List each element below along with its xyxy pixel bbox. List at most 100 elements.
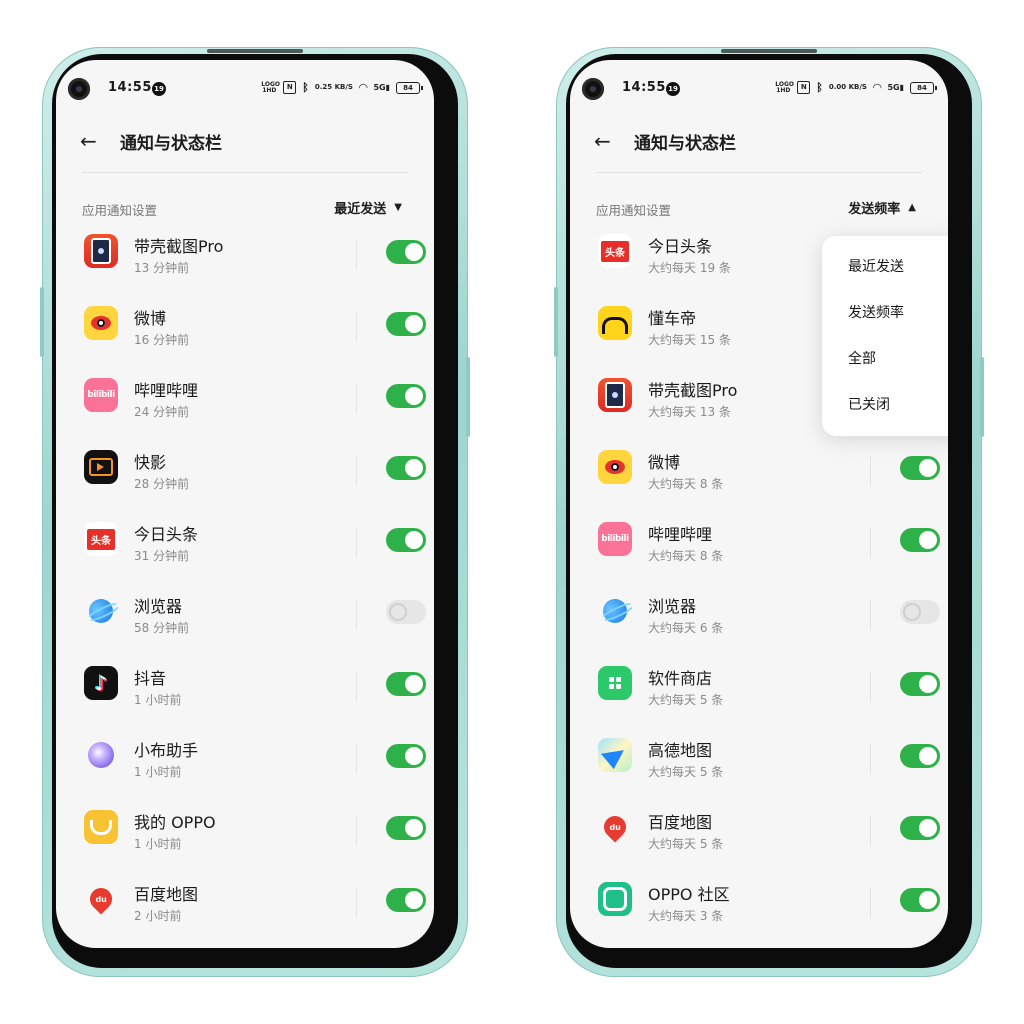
status-bar: 14:55 19 LOGO 1HD N ᛒ 0.00 KB/S ◠ 5G▮ 84: [570, 78, 948, 102]
status-bar: 14:55 19 LOGO 1HD N ᛒ 0.25 KB/S ◠ 5G▮ 84: [56, 78, 434, 102]
row-separator: [870, 672, 871, 702]
app-name: 软件商店: [648, 669, 713, 688]
app-list: 带壳截图Pro 13 分钟前 微博 16 分钟前 bilibili 哔哩哔哩 2…: [56, 224, 434, 944]
app-name: 微博: [648, 453, 681, 472]
baidu-icon-label: du: [95, 894, 107, 904]
app-last-sent: 28 分钟前: [134, 477, 190, 491]
row-separator: [356, 600, 357, 630]
app-last-sent: 31 分钟前: [134, 549, 190, 563]
app-name: 哔哩哔哩: [648, 525, 713, 544]
app-name: 带壳截图Pro: [648, 381, 738, 400]
notification-toggle[interactable]: [386, 456, 426, 480]
sort-label: 最近发送: [334, 202, 387, 217]
list-item[interactable]: ♪ 抖音 1 小时前: [56, 656, 434, 728]
list-item[interactable]: 小布助手 1 小时前: [56, 728, 434, 800]
page-title: 通知与状态栏: [634, 133, 736, 154]
sort-dropdown-button[interactable]: 最近发送 ▼: [334, 198, 402, 217]
screenshot-app-icon: [598, 378, 632, 412]
notification-toggle[interactable]: [386, 528, 426, 552]
notification-toggle[interactable]: [386, 312, 426, 336]
notification-toggle[interactable]: [386, 240, 426, 264]
signal-icon: 5G▮: [887, 83, 904, 92]
weibo-icon: [84, 306, 118, 340]
list-item[interactable]: 快影 28 分钟前: [56, 440, 434, 512]
menu-item-frequency[interactable]: 发送频率: [822, 290, 948, 336]
app-last-sent: 58 分钟前: [134, 621, 190, 635]
bluetooth-icon: ᛒ: [302, 81, 309, 94]
browser-icon: [84, 594, 118, 628]
list-item[interactable]: 浏览器 58 分钟前: [56, 584, 434, 656]
header: ← 通知与状态栏: [594, 126, 948, 156]
divider: [596, 172, 922, 173]
app-name: 小布助手: [134, 741, 199, 760]
app-frequency: 大约每天 6 条: [648, 621, 724, 635]
app-frequency: 大约每天 5 条: [648, 837, 724, 851]
notification-toggle[interactable]: [900, 600, 940, 624]
list-item[interactable]: du 百度地图 2 小时前: [56, 872, 434, 944]
toutiao-icon-label: 头条: [87, 528, 115, 550]
battery-icon: 84: [910, 81, 937, 94]
caret-down-icon: ▼: [394, 202, 402, 213]
app-name: 抖音: [134, 669, 167, 688]
status-icons: LOGO 1HD N ᛒ 0.00 KB/S ◠ 5G▮ 84: [775, 81, 937, 94]
signal-icon: 5G▮: [373, 83, 390, 92]
notification-toggle[interactable]: [386, 384, 426, 408]
list-item[interactable]: 微博 16 分钟前: [56, 296, 434, 368]
side-button: [40, 287, 44, 357]
side-button: [980, 357, 984, 437]
row-separator: [870, 816, 871, 846]
list-item[interactable]: 微博 大约每天 8 条: [570, 440, 948, 512]
notification-toggle[interactable]: [900, 888, 940, 912]
notification-toggle[interactable]: [386, 888, 426, 912]
screen: 14:55 19 LOGO 1HD N ᛒ 0.25 KB/S ◠ 5G▮ 84 …: [56, 60, 434, 948]
notification-toggle[interactable]: [900, 816, 940, 840]
notification-toggle[interactable]: [900, 528, 940, 552]
notification-toggle[interactable]: [386, 744, 426, 768]
menu-item-all[interactable]: 全部: [822, 336, 948, 382]
toutiao-icon-label: 头条: [601, 240, 629, 262]
sort-dropdown-button[interactable]: 发送频率 ▲: [848, 198, 916, 217]
sort-dropdown-menu: 最近发送 发送频率 全部 已关闭: [822, 236, 948, 436]
list-item[interactable]: 带壳截图Pro 13 分钟前: [56, 224, 434, 296]
notification-toggle[interactable]: [900, 456, 940, 480]
baidu-map-icon: du: [598, 810, 632, 844]
notification-toggle[interactable]: [386, 600, 426, 624]
notification-toggle[interactable]: [386, 816, 426, 840]
front-camera: [582, 78, 604, 100]
app-name: 微博: [134, 309, 167, 328]
list-item[interactable]: OPPO 社区 大约每天 3 条: [570, 872, 948, 944]
baidu-icon-label: du: [609, 822, 621, 832]
list-item[interactable]: 头条 今日头条 31 分钟前: [56, 512, 434, 584]
section-label: 应用通知设置: [596, 203, 672, 218]
back-arrow-icon[interactable]: ←: [594, 131, 618, 151]
list-item[interactable]: bilibili 哔哩哔哩 24 分钟前: [56, 368, 434, 440]
notification-toggle[interactable]: [386, 672, 426, 696]
back-arrow-icon[interactable]: ←: [80, 131, 104, 151]
app-name: 高德地图: [648, 741, 713, 760]
row-separator: [870, 744, 871, 774]
list-item[interactable]: 软件商店 大约每天 5 条: [570, 656, 948, 728]
app-last-sent: 24 分钟前: [134, 405, 190, 419]
menu-item-recent[interactable]: 最近发送: [822, 244, 948, 290]
row-separator: [356, 744, 357, 774]
browser-icon: [598, 594, 632, 628]
list-item[interactable]: 浏览器 大约每天 6 条: [570, 584, 948, 656]
list-item[interactable]: bilibili 哔哩哔哩 大约每天 8 条: [570, 512, 948, 584]
list-item[interactable]: du 百度地图 大约每天 5 条: [570, 800, 948, 872]
notification-count-badge: 19: [666, 82, 680, 96]
row-separator: [356, 456, 357, 486]
row-separator: [356, 384, 357, 414]
row-separator: [356, 888, 357, 918]
bilibili-icon: bilibili: [598, 522, 632, 556]
app-last-sent: 1 小时前: [134, 765, 182, 779]
divider: [82, 172, 408, 173]
notification-toggle[interactable]: [900, 672, 940, 696]
sort-label: 发送频率: [848, 202, 901, 217]
screenshot-app-icon: [84, 234, 118, 268]
list-item[interactable]: 高德地图 大约每天 5 条: [570, 728, 948, 800]
app-frequency: 大约每天 5 条: [648, 765, 724, 779]
app-name: 今日头条: [648, 237, 713, 256]
menu-item-closed[interactable]: 已关闭: [822, 382, 948, 428]
notification-toggle[interactable]: [900, 744, 940, 768]
list-item[interactable]: 我的 OPPO 1 小时前: [56, 800, 434, 872]
